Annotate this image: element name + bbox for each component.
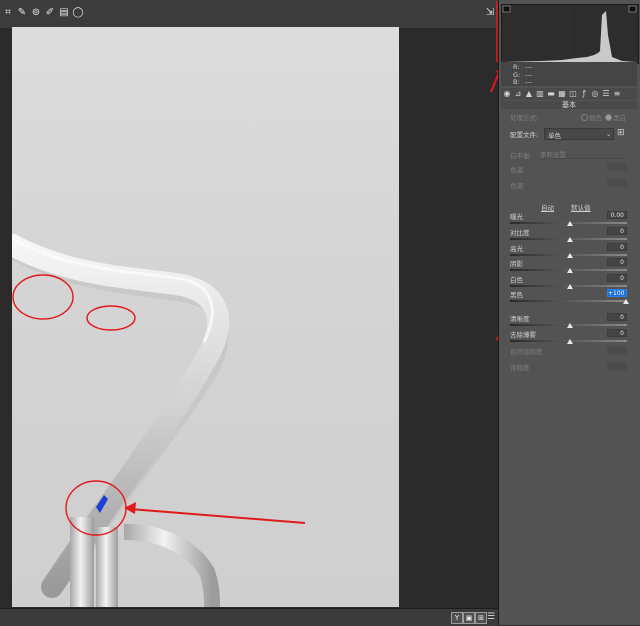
slider-label: 高光: [510, 245, 523, 253]
basic-tab-icon[interactable]: ◉: [503, 89, 511, 98]
status-bar: Y ▣ ⊞ ☰: [0, 608, 498, 626]
rgb-readout: R: --- G: --- B: ---: [501, 62, 637, 86]
profile-label: 配置文件:: [510, 131, 539, 139]
default-link[interactable]: 默认值: [571, 202, 591, 212]
tint-label: 色调: [510, 182, 523, 190]
preferences-icon[interactable]: ☰: [487, 612, 495, 622]
split-toning-tab-icon[interactable]: ▬: [547, 89, 555, 98]
b-label: B:: [513, 78, 520, 86]
process-label: 处理方式:: [510, 114, 539, 122]
slider-label: 清晰度: [510, 315, 530, 323]
profile-browser-icon[interactable]: ⊞: [617, 128, 625, 138]
panel-tabs: ◉ ⊿ ▲ ▥ ▬ ▦ ◫ ƒ ◎ ☰ ≡: [501, 88, 637, 100]
slider-value[interactable]: +100: [607, 289, 627, 297]
slider-label: 白色: [510, 276, 523, 284]
transform-tab-icon[interactable]: ◫: [569, 89, 577, 98]
before-after-toggle-button[interactable]: ⊞: [475, 612, 487, 624]
slider-thumb[interactable]: [567, 323, 573, 328]
slider-value[interactable]: 0: [607, 313, 627, 321]
slider-value[interactable]: 0: [607, 258, 627, 266]
wb-value: 原照设置: [540, 151, 566, 159]
before-after-split-button[interactable]: ▣: [463, 612, 475, 624]
profile-select[interactable]: 单色 ⌄: [544, 128, 614, 140]
b-value: ---: [525, 78, 533, 86]
lens-tab-icon[interactable]: ▦: [558, 89, 566, 98]
slider-value[interactable]: 0.00: [607, 211, 627, 219]
slider-value[interactable]: 0: [607, 227, 627, 235]
presets-tab-icon[interactable]: ☰: [602, 89, 610, 98]
hsl-tab-icon[interactable]: ▥: [536, 89, 544, 98]
slider-label: 去除薄雾: [510, 331, 536, 339]
slider-thumb[interactable]: [567, 268, 573, 273]
slider-value-box: [607, 362, 627, 370]
chevron-down-icon: ⌄: [606, 130, 612, 138]
slider-value[interactable]: 0: [607, 243, 627, 251]
detail-tab-icon[interactable]: ▲: [525, 89, 533, 98]
histogram: [501, 4, 639, 64]
bw-radio[interactable]: [605, 114, 612, 121]
slider-label: 曝光: [510, 213, 523, 221]
before-after-y-button[interactable]: Y: [451, 612, 463, 624]
snapshots-tab-icon[interactable]: ≡: [613, 89, 621, 98]
slider-thumb[interactable]: [567, 221, 573, 226]
r-value: ---: [525, 63, 533, 71]
slider-label: 对比度: [510, 229, 530, 237]
slider-thumb[interactable]: [567, 237, 573, 242]
slider-value[interactable]: 0: [607, 274, 627, 282]
wb-label: 白平衡:: [510, 152, 532, 160]
calibration-tab-icon[interactable]: ◎: [591, 89, 599, 98]
temp-value-box: [607, 163, 627, 171]
effects-tab-icon[interactable]: ƒ: [580, 89, 588, 98]
tint-value-box: [607, 179, 627, 187]
wb-select[interactable]: 原照设置: [540, 149, 628, 159]
temp-label: 色温: [510, 166, 523, 174]
slider-label: 黑色: [510, 291, 523, 299]
color-option-label: 颜色: [589, 114, 602, 122]
slider-label: 阴影: [510, 260, 523, 268]
r-label: R:: [513, 63, 520, 71]
slider-value[interactable]: 0: [607, 329, 627, 337]
shadow-clipping-indicator: [502, 5, 511, 13]
color-radio[interactable]: [581, 114, 588, 121]
slider-thumb[interactable]: [567, 253, 573, 258]
tone-curve-tab-icon[interactable]: ⊿: [514, 89, 522, 98]
section-title: 基本: [501, 101, 637, 109]
slider-thumb[interactable]: [567, 284, 573, 289]
slider-label: 自然饱和度: [510, 348, 543, 356]
highlight-clipping-indicator: [628, 5, 637, 13]
profile-value: 单色: [548, 132, 561, 140]
slider-thumb[interactable]: [623, 299, 629, 304]
slider-value-box: [607, 346, 627, 354]
slider-label: 饱和度: [510, 364, 530, 372]
slider-thumb[interactable]: [567, 339, 573, 344]
auto-link[interactable]: 自动: [541, 202, 554, 212]
bw-option-label: 黑白: [613, 114, 626, 122]
